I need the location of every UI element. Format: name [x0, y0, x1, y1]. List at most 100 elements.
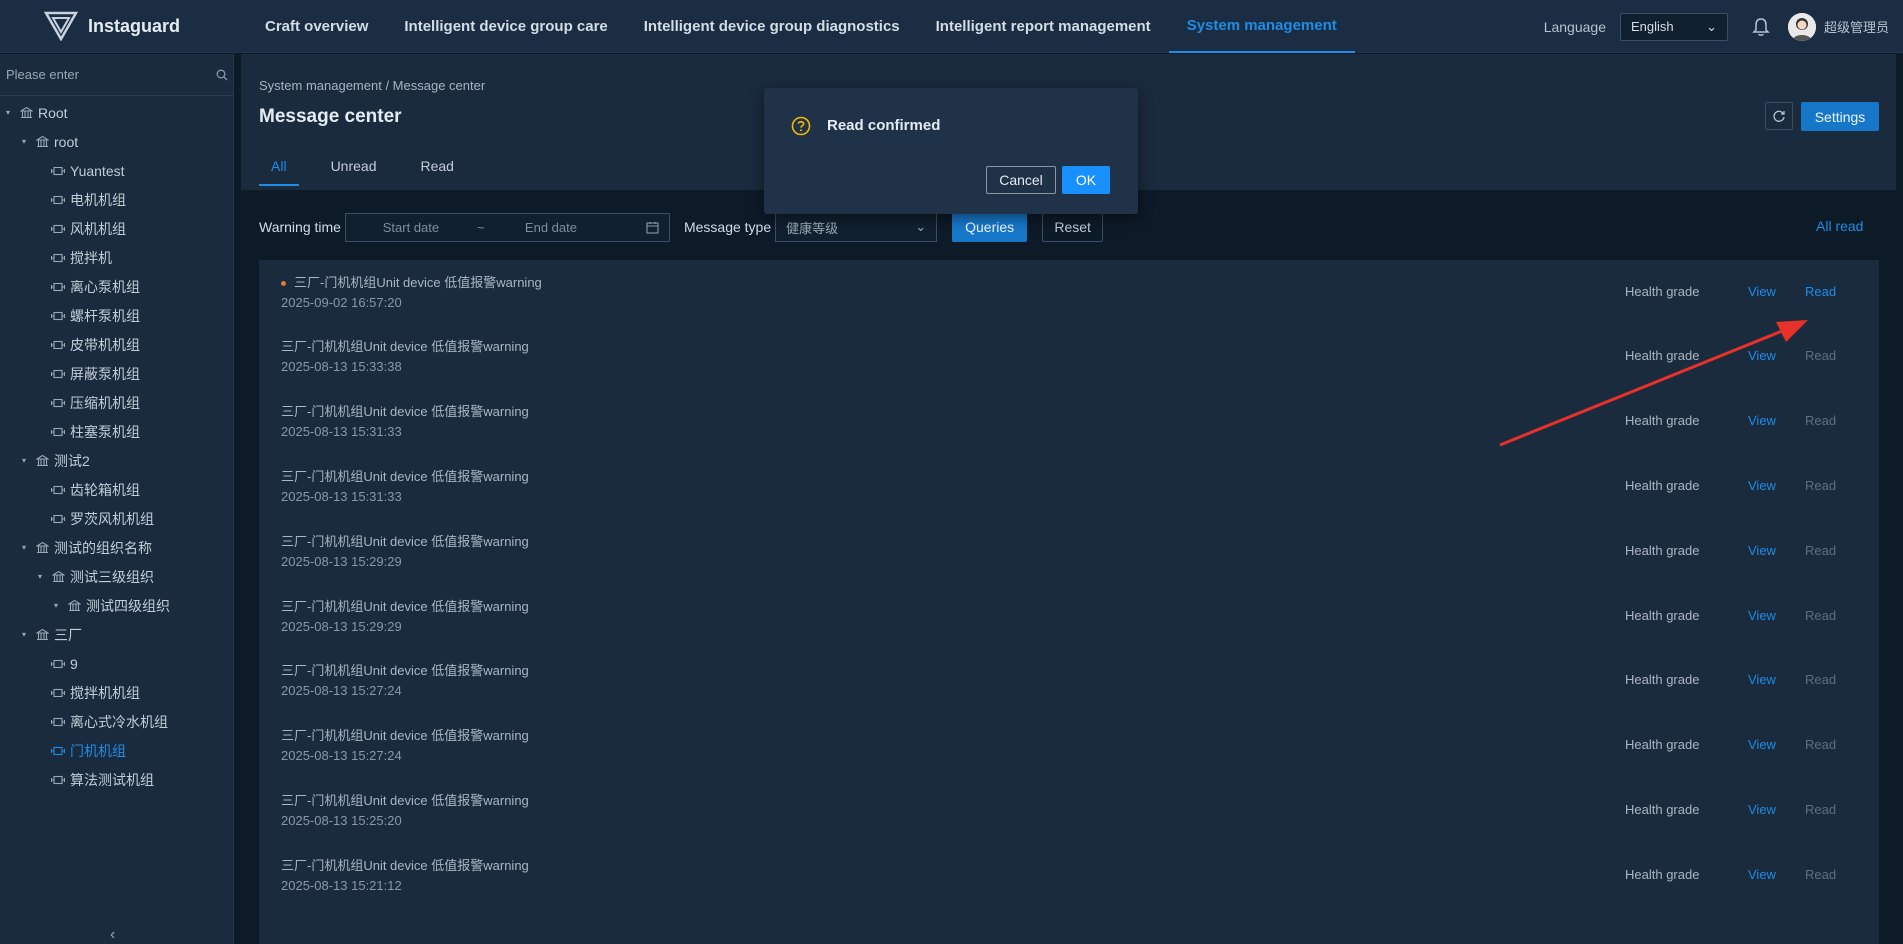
expand-caret-icon[interactable]: ▾ [18, 543, 30, 552]
tree-node[interactable]: 压缩机机组 [0, 388, 234, 417]
tree-node[interactable]: 门机机组 [0, 736, 234, 765]
bell-icon[interactable] [1752, 17, 1770, 37]
tree-node[interactable]: 齿轮箱机组 [0, 475, 234, 504]
reset-button[interactable]: Reset [1042, 212, 1104, 242]
read-link[interactable]: Read [1805, 867, 1836, 882]
instaguard-logo-icon [44, 11, 78, 41]
chevron-down-icon: ⌄ [915, 219, 927, 234]
tree-node[interactable]: 离心泵机组 [0, 272, 234, 301]
settings-button[interactable]: Settings [1801, 102, 1879, 131]
nav-report-management[interactable]: Intelligent report management [918, 0, 1169, 53]
tree-node[interactable]: ▾ 测试的组织名称 [0, 533, 234, 562]
language-select[interactable]: English ⌄ [1619, 12, 1728, 41]
date-range-picker[interactable]: Start date ~ End date [344, 212, 670, 242]
read-link[interactable]: Read [1805, 284, 1836, 299]
expand-caret-icon[interactable]: ▾ [2, 108, 14, 117]
nav-device-group-care[interactable]: Intelligent device group care [386, 0, 625, 53]
tree-node[interactable]: 风机机组 [0, 214, 234, 243]
view-link[interactable]: View [1748, 413, 1776, 428]
read-link[interactable]: Read [1805, 672, 1836, 687]
expand-caret-icon[interactable]: ▾ [34, 572, 46, 581]
device-icon [50, 512, 66, 526]
view-link[interactable]: View [1748, 348, 1776, 363]
tab-all[interactable]: All [259, 158, 299, 186]
tree-node[interactable]: 罗茨风机机组 [0, 504, 234, 533]
nav-system-management[interactable]: System management [1168, 0, 1355, 53]
message-type-label: Message type [683, 219, 772, 235]
end-date-field[interactable]: End date [496, 220, 606, 235]
refresh-button[interactable] [1765, 102, 1793, 130]
search-icon[interactable] [216, 69, 228, 81]
read-link[interactable]: Read [1805, 348, 1836, 363]
tree-node[interactable]: ▾ 测试三级组织 [0, 562, 234, 591]
tree-node[interactable]: 螺杆泵机组 [0, 301, 234, 330]
tree-node[interactable]: 9 [0, 649, 234, 678]
avatar[interactable] [1787, 12, 1816, 41]
view-link[interactable]: View [1748, 867, 1776, 882]
expand-caret-icon[interactable]: ▾ [18, 630, 30, 639]
view-link[interactable]: View [1748, 672, 1776, 687]
expand-caret-icon[interactable]: ▾ [50, 601, 62, 610]
tree-node-label: 柱塞泵机组 [70, 423, 140, 440]
message-title-text: 三厂-门机机组Unit device 低值报警warning [281, 339, 529, 354]
message-type-tag: Health grade [1625, 737, 1700, 752]
language-label: Language [1543, 18, 1606, 35]
message-type-value: 健康等级 [786, 220, 839, 236]
tree-node[interactable]: 搅拌机 [0, 243, 234, 272]
tree-node-label: 罗茨风机机组 [70, 510, 154, 527]
read-link[interactable]: Read [1805, 478, 1836, 493]
nav-device-group-diagnostics[interactable]: Intelligent device group diagnostics [626, 0, 918, 53]
tree-node[interactable]: 皮带机机组 [0, 330, 234, 359]
tab-unread[interactable]: Unread [319, 158, 389, 186]
nav-craft-overview[interactable]: Craft overview [247, 0, 386, 53]
breadcrumb: System management / Message center [259, 78, 486, 93]
expand-caret-icon[interactable]: ▾ [18, 456, 30, 465]
message-title: 三厂-门机机组Unit device 低值报警warning [281, 401, 529, 420]
read-link[interactable]: Read [1805, 413, 1836, 428]
queries-button[interactable]: Queries [952, 212, 1028, 242]
tree-node[interactable]: ▾ root [0, 127, 234, 156]
tree-search-input[interactable]: Please enter [0, 54, 234, 96]
cancel-button[interactable]: Cancel [986, 166, 1056, 194]
read-link[interactable]: Read [1805, 543, 1836, 558]
tree-node[interactable]: 算法测试机组 [0, 765, 234, 794]
message-row: 三厂-门机机组Unit device 低值报警warning 2025-08-13… [259, 648, 1879, 712]
tree-node[interactable]: 搅拌机机组 [0, 678, 234, 707]
message-title-text: 三厂-门机机组Unit device 低值报警warning [281, 663, 529, 678]
collapse-sidebar-icon[interactable]: ‹ [110, 926, 115, 944]
ok-button[interactable]: OK [1062, 166, 1110, 194]
tab-read[interactable]: Read [408, 158, 465, 186]
view-link[interactable]: View [1748, 802, 1776, 817]
tree-node[interactable]: ▾ Root [0, 98, 234, 127]
tree-node[interactable]: Yuantest [0, 156, 234, 185]
device-icon [50, 686, 66, 700]
view-link[interactable]: View [1748, 737, 1776, 752]
username[interactable]: 超级管理员 [1824, 17, 1889, 36]
message-title: 三厂-门机机组Unit device 低值报警warning [281, 466, 529, 485]
tree-node[interactable]: ▾ 三厂 [0, 620, 234, 649]
tree-node[interactable]: 屏蔽泵机组 [0, 359, 234, 388]
expand-caret-icon[interactable]: ▾ [18, 137, 30, 146]
view-link[interactable]: View [1748, 284, 1776, 299]
tree-node[interactable]: 离心式冷水机组 [0, 707, 234, 736]
tree-node[interactable]: ▾ 测试四级组织 [0, 591, 234, 620]
view-link[interactable]: View [1748, 478, 1776, 493]
message-type-select[interactable]: 健康等级 ⌄ [775, 212, 938, 242]
tree-node[interactable]: 电机机组 [0, 185, 234, 214]
all-read-link[interactable]: All read [1816, 218, 1863, 234]
view-link[interactable]: View [1748, 543, 1776, 558]
tree-node[interactable]: ▾ 测试2 [0, 446, 234, 475]
app-logo[interactable]: Instaguard [0, 11, 247, 41]
tree-node[interactable]: 柱塞泵机组 [0, 417, 234, 446]
tree-node-label: 离心式冷水机组 [70, 713, 168, 730]
organization-icon [34, 454, 50, 468]
dialog-title: Read confirmed [827, 117, 941, 134]
view-link[interactable]: View [1748, 608, 1776, 623]
organization-icon [34, 135, 50, 149]
message-time: 2025-08-13 15:33:38 [281, 359, 402, 374]
read-link[interactable]: Read [1805, 737, 1836, 752]
start-date-field[interactable]: Start date [356, 220, 466, 235]
read-link[interactable]: Read [1805, 608, 1836, 623]
tree-node-label: 三厂 [54, 626, 82, 643]
read-link[interactable]: Read [1805, 802, 1836, 817]
